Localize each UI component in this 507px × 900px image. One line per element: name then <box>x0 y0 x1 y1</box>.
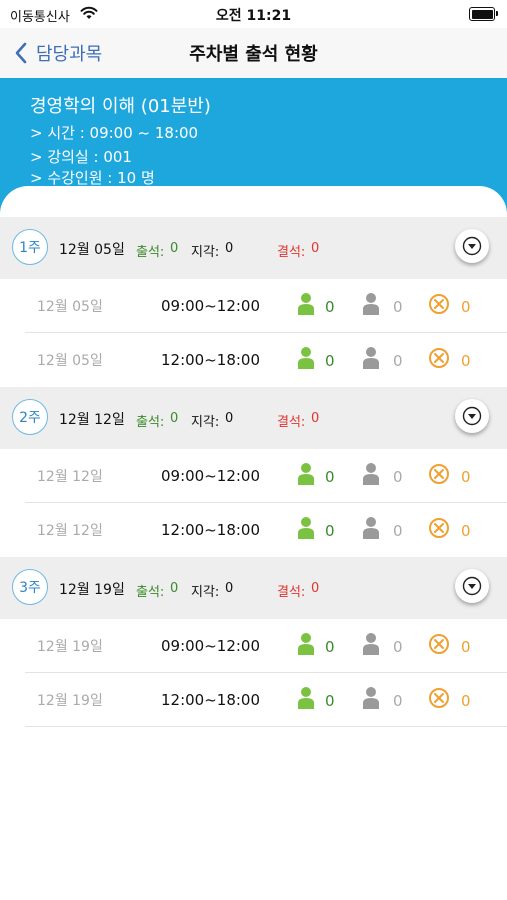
session-date: 12월 19일 <box>37 693 103 709</box>
session-date: 12월 05일 <box>37 299 103 315</box>
present-count: 0 <box>325 468 335 486</box>
absent-count: 0 <box>461 522 471 540</box>
present-count: 0 <box>325 298 335 316</box>
week-header[interactable]: 1주 12월 05일 출석: 0 지각: 0 결석: 0 <box>0 217 507 279</box>
attend-label: 출석: <box>136 585 165 600</box>
session-date: 12월 12일 <box>37 523 103 539</box>
session-time: 09:00~12:00 <box>161 637 261 655</box>
session-row[interactable]: 12월 19일 12:00~18:00 0 0 0 <box>25 673 507 727</box>
expand-button[interactable] <box>455 229 489 263</box>
late-count: 0 <box>393 468 403 486</box>
attend-label: 출석: <box>136 415 165 430</box>
session-time: 12:00~18:00 <box>161 691 261 709</box>
absent-count: 0 <box>461 692 471 710</box>
course-enrollment: > 수강인원 : 10 명 <box>30 169 155 187</box>
absent-count: 0 <box>461 638 471 656</box>
absent-count: 0 <box>311 411 320 426</box>
battery-icon <box>469 7 498 21</box>
expand-button[interactable] <box>455 399 489 433</box>
chevron-down-circle-icon <box>462 576 482 596</box>
session-date: 12월 05일 <box>37 353 103 369</box>
late-count: 0 <box>393 638 403 656</box>
present-count: 0 <box>325 522 335 540</box>
present-count: 0 <box>325 352 335 370</box>
week-header[interactable]: 3주 12월 19일 출석: 0 지각: 0 결석: 0 <box>0 557 507 619</box>
session-row[interactable]: 12월 12일 12:00~18:00 0 0 0 <box>25 503 507 556</box>
week-header[interactable]: 2주 12월 12일 출석: 0 지각: 0 결석: 0 <box>0 387 507 449</box>
clock: 오전 11:21 <box>215 8 292 24</box>
page-title: 주차별 출석 현황 <box>189 44 318 65</box>
course-name: 경영학의 이해 (01분반) <box>30 96 211 117</box>
course-time: > 시간 : 09:00 ~ 18:00 <box>30 124 199 142</box>
late-count: 0 <box>225 411 234 426</box>
person-green-icon <box>298 517 314 539</box>
attend-label: 출석: <box>136 245 165 260</box>
navigation-bar: 담당과목 주차별 출석 현황 <box>0 28 507 78</box>
x-circle-orange-icon <box>429 348 449 368</box>
person-green-icon <box>298 347 314 369</box>
attend-count: 0 <box>170 581 179 596</box>
late-count: 0 <box>225 241 234 256</box>
person-green-icon <box>298 687 314 709</box>
late-label: 지각: <box>191 585 220 600</box>
chevron-down-circle-icon <box>462 406 482 426</box>
absent-count: 0 <box>461 352 471 370</box>
week-date: 12월 12일 <box>59 412 125 428</box>
expand-button[interactable] <box>455 569 489 603</box>
absent-count: 0 <box>461 468 471 486</box>
session-row[interactable]: 12월 12일 09:00~12:00 0 0 0 <box>25 449 507 503</box>
person-gray-icon <box>363 463 379 485</box>
week-date: 12월 19일 <box>59 582 125 598</box>
late-label: 지각: <box>191 245 220 260</box>
session-time: 12:00~18:00 <box>161 351 261 369</box>
attend-count: 0 <box>170 411 179 426</box>
person-green-icon <box>298 633 314 655</box>
late-count: 0 <box>393 692 403 710</box>
attend-count: 0 <box>170 241 179 256</box>
x-circle-orange-icon <box>429 688 449 708</box>
person-gray-icon <box>363 293 379 315</box>
absent-count: 0 <box>311 241 320 256</box>
x-circle-orange-icon <box>429 294 449 314</box>
content-sheet: 1주 12월 05일 출석: 0 지각: 0 결석: 0 12월 05일 09:… <box>0 186 507 900</box>
person-gray-icon <box>363 517 379 539</box>
late-count: 0 <box>393 352 403 370</box>
late-count: 0 <box>393 298 403 316</box>
session-time: 12:00~18:00 <box>161 521 261 539</box>
person-gray-icon <box>363 687 379 709</box>
x-circle-orange-icon <box>429 464 449 484</box>
absent-count: 0 <box>311 581 320 596</box>
absent-label: 결석: <box>277 415 306 430</box>
status-bar: 이동통신사 오전 11:21 <box>0 0 507 28</box>
late-count: 0 <box>393 522 403 540</box>
absent-label: 결석: <box>277 585 306 600</box>
late-label: 지각: <box>191 415 220 430</box>
person-gray-icon <box>363 633 379 655</box>
week-badge: 1주 <box>12 229 48 265</box>
x-circle-orange-icon <box>429 634 449 654</box>
session-date: 12월 19일 <box>37 639 103 655</box>
course-room: > 강의실 : 001 <box>30 148 132 166</box>
present-count: 0 <box>325 638 335 656</box>
week-badge: 3주 <box>12 569 48 605</box>
session-row[interactable]: 12월 19일 09:00~12:00 0 0 0 <box>25 619 507 673</box>
absent-label: 결석: <box>277 245 306 260</box>
week-date: 12월 05일 <box>59 242 125 258</box>
person-green-icon <box>298 463 314 485</box>
person-gray-icon <box>363 347 379 369</box>
absent-count: 0 <box>461 298 471 316</box>
session-time: 09:00~12:00 <box>161 467 261 485</box>
session-time: 09:00~12:00 <box>161 297 261 315</box>
present-count: 0 <box>325 692 335 710</box>
chevron-down-circle-icon <box>462 236 482 256</box>
session-row[interactable]: 12월 05일 12:00~18:00 0 0 0 <box>25 333 507 386</box>
x-circle-orange-icon <box>429 518 449 538</box>
late-count: 0 <box>225 581 234 596</box>
week-badge: 2주 <box>12 399 48 435</box>
session-row[interactable]: 12월 05일 09:00~12:00 0 0 0 <box>25 279 507 333</box>
session-date: 12월 12일 <box>37 469 103 485</box>
person-green-icon <box>298 293 314 315</box>
